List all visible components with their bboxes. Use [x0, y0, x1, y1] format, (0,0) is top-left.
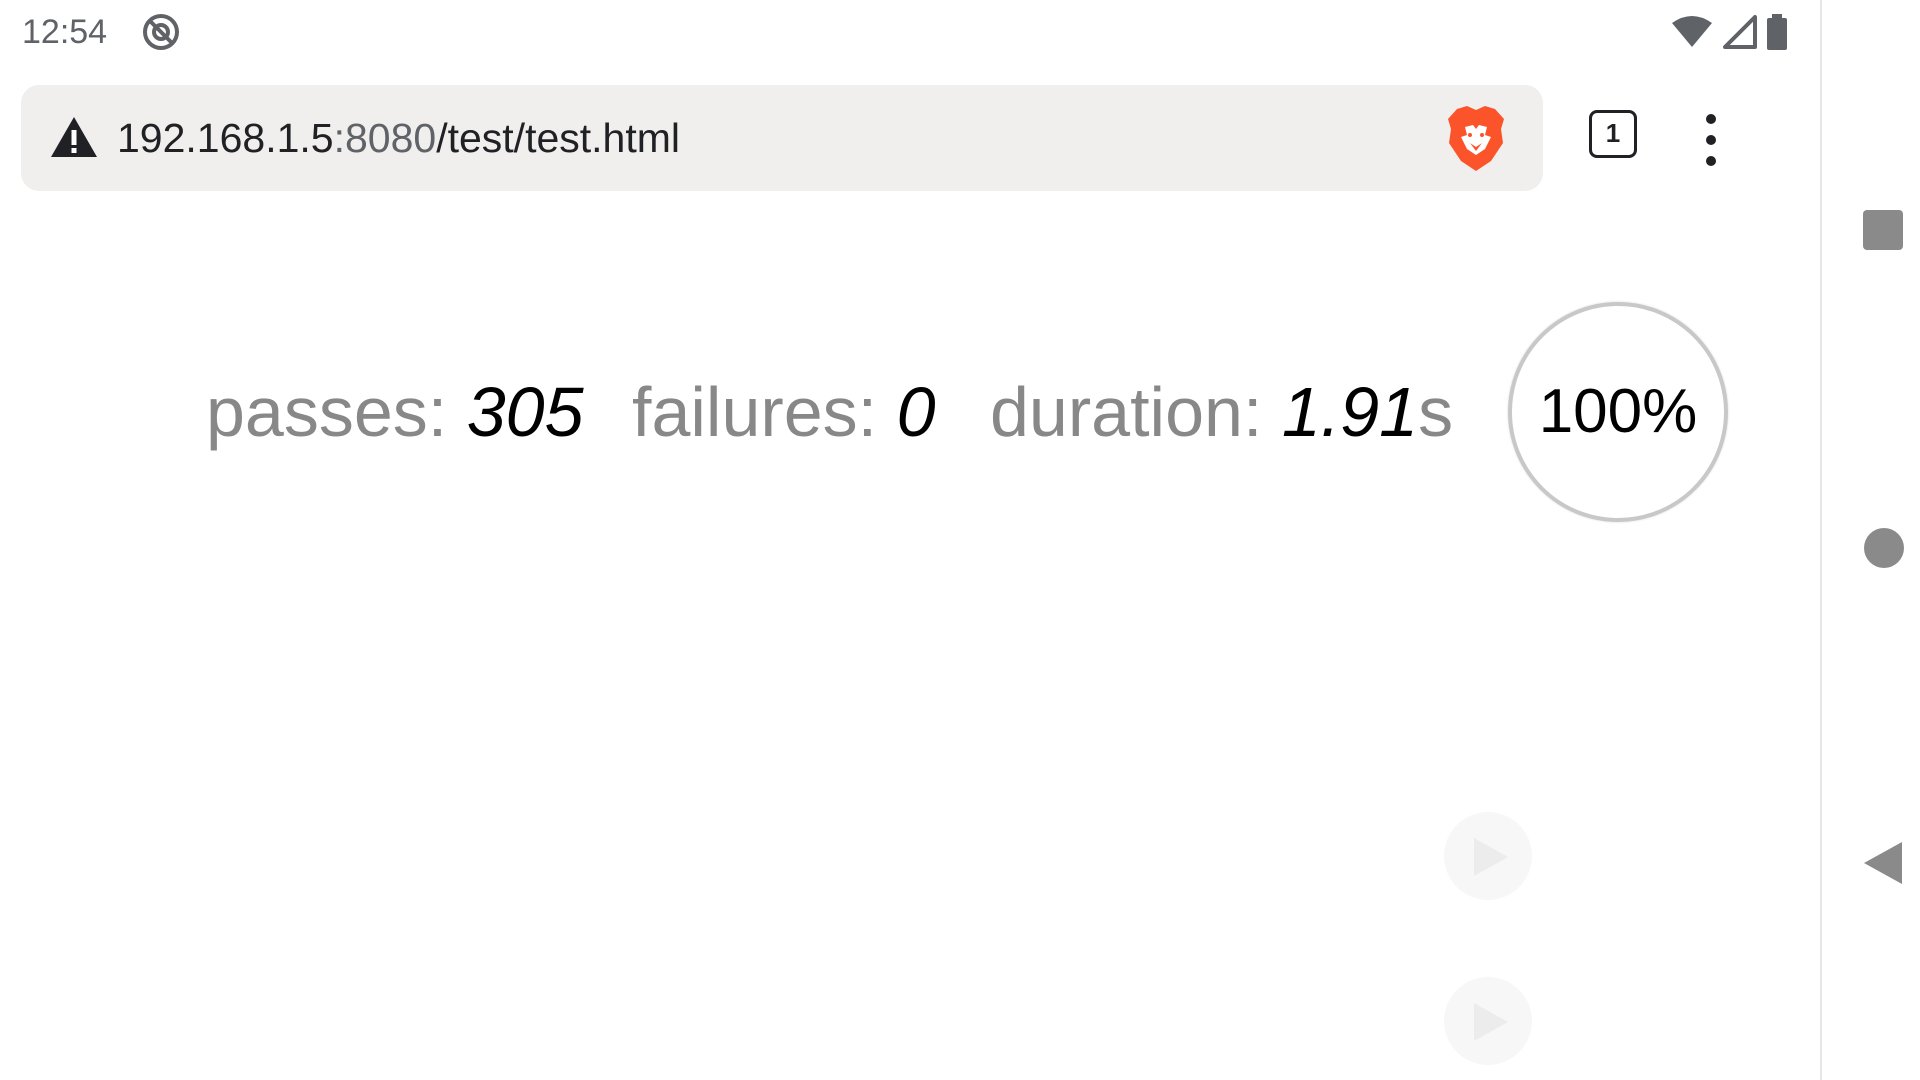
brave-lion-icon[interactable]	[1445, 105, 1507, 173]
duration-value: 1.91	[1281, 373, 1419, 451]
failures-stat[interactable]: failures: 0	[632, 362, 936, 462]
home-circle-icon[interactable]	[1864, 528, 1904, 568]
failures-value: 0	[896, 373, 936, 451]
url-text[interactable]: 192.168.1.5:8080/test/test.html	[117, 85, 680, 191]
failures-label: failures:	[632, 373, 897, 451]
play-icon	[1474, 838, 1508, 876]
back-triangle-icon[interactable]	[1862, 840, 1904, 886]
nav-rail-divider	[1820, 0, 1822, 1080]
status-icons	[1670, 10, 1788, 54]
wifi-icon	[1672, 16, 1712, 47]
passes-value: 305	[466, 373, 584, 451]
status-time: 12:54	[22, 13, 108, 51]
passes-stat[interactable]: passes: 305	[206, 362, 584, 462]
duration-stat: duration: 1.91s	[990, 362, 1453, 462]
url-port: :8080	[333, 115, 437, 161]
replay-button[interactable]	[1444, 812, 1532, 900]
play-icon	[1474, 1003, 1508, 1041]
duration-label: duration:	[990, 373, 1282, 451]
url-path: /test/test.html	[436, 115, 681, 161]
tab-switcher-button[interactable]: 1	[1589, 110, 1637, 158]
kebab-menu-icon[interactable]	[1700, 114, 1722, 166]
cell-signal-icon	[1723, 15, 1757, 49]
warning-icon[interactable]	[49, 115, 99, 159]
url-host: 192.168.1.5	[117, 115, 334, 161]
address-bar[interactable]: 192.168.1.5:8080/test/test.html	[21, 85, 1543, 191]
passes-label: passes:	[206, 373, 467, 451]
battery-icon	[1767, 14, 1787, 50]
progress-ring: 100%	[1508, 302, 1728, 522]
duration-unit: s	[1418, 373, 1454, 451]
replay-button[interactable]	[1444, 977, 1532, 1065]
recents-square-icon[interactable]	[1863, 210, 1903, 250]
at-sign-icon	[141, 12, 181, 52]
